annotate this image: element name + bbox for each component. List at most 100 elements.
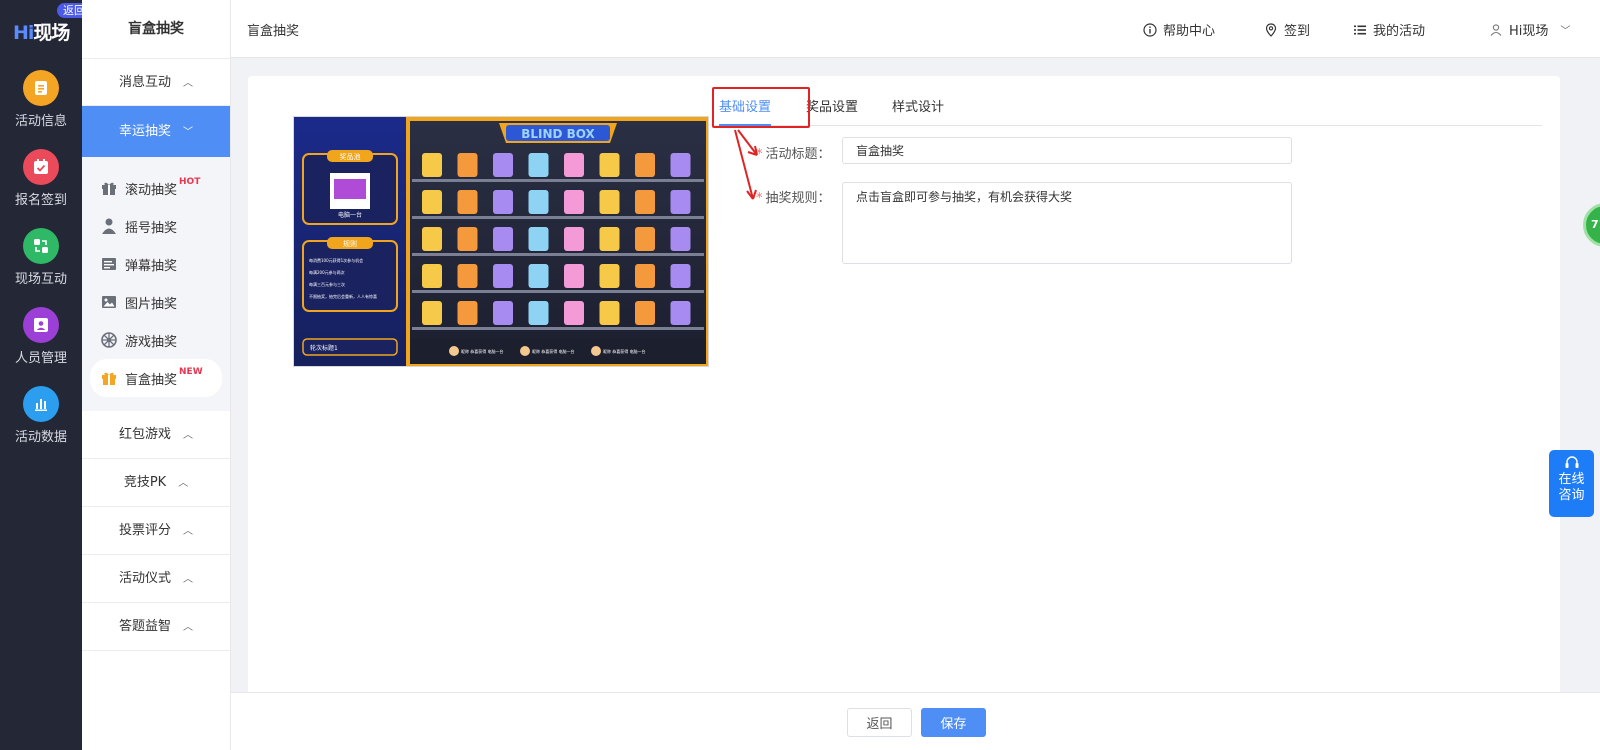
blind-box-item bbox=[599, 190, 620, 214]
blind-box-item bbox=[670, 190, 691, 214]
sub-item-label: 图片抽奖 bbox=[125, 296, 178, 312]
group-message-interaction[interactable]: 消息互动 ︿ bbox=[82, 58, 230, 106]
chevron-down-icon: ﹀ bbox=[1560, 26, 1571, 37]
rail-label: 活动数据 bbox=[14, 430, 67, 445]
checkin-link[interactable]: 签到 bbox=[1264, 20, 1310, 39]
user-name: Hi现场 bbox=[1509, 24, 1549, 39]
blind-box-item bbox=[635, 264, 655, 288]
rail-item-activity-info[interactable]: 活动信息 bbox=[0, 70, 82, 129]
chevron-up-icon: ︿ bbox=[183, 526, 193, 537]
lucky-draw-list: 滚动抽奖 HOT 摇号抽奖 弹幕抽奖 图片抽奖 游戏抽奖 盲盒抽奖 NEW bbox=[82, 157, 230, 411]
blind-box-item bbox=[422, 264, 442, 288]
group-label: 红包游戏 bbox=[118, 427, 171, 442]
blind-box-item bbox=[670, 153, 691, 177]
sub-item-scroll-draw[interactable]: 滚动抽奖 HOT bbox=[90, 169, 222, 207]
rail-item-people[interactable]: 人员管理 bbox=[0, 307, 82, 366]
rules-textarea[interactable]: 点击盲盒即可参与抽奖，有机会获得大奖 bbox=[842, 182, 1292, 264]
user-menu[interactable]: Hi现场 ﹀ bbox=[1489, 20, 1570, 39]
blind-box-item bbox=[457, 227, 478, 251]
preview-banner: BLIND BOX bbox=[521, 127, 595, 141]
sub-item-danmaku-draw[interactable]: 弹幕抽奖 bbox=[90, 245, 222, 283]
blind-box-item bbox=[493, 301, 513, 325]
page-scrollbar[interactable] bbox=[1580, 58, 1600, 692]
blind-box-item bbox=[422, 301, 442, 325]
main-card: 奖品池 电脑一台 规则 每消费100元获得1次参与机会 每满200元参与两次 每… bbox=[248, 76, 1560, 694]
blind-box-item bbox=[457, 153, 478, 177]
sub-item-label: 摇号抽奖 bbox=[125, 220, 178, 236]
blind-box-item bbox=[528, 264, 549, 288]
subnav-title: 盲盒抽奖 bbox=[128, 21, 184, 37]
rule-line: 每消费100元获得1次参与机会 bbox=[309, 257, 363, 263]
consult-line1: 在线 bbox=[1558, 472, 1585, 487]
group-lucky-draw[interactable]: 幸运抽奖 ﹀ bbox=[82, 106, 230, 157]
my-activities-label: 我的活动 bbox=[1373, 24, 1426, 39]
save-button[interactable]: 保存 bbox=[921, 708, 986, 737]
blind-box-item bbox=[422, 190, 442, 214]
sub-item-lottery-number[interactable]: 摇号抽奖 bbox=[90, 207, 222, 245]
chevron-up-icon: ︿ bbox=[178, 478, 189, 489]
new-badge: NEW bbox=[179, 367, 203, 377]
blind-box-preview-image: 奖品池 电脑一台 规则 每消费100元获得1次参与机会 每满200元参与两次 每… bbox=[294, 117, 708, 366]
group-label: 答题益智 bbox=[118, 619, 171, 634]
group-red-packet[interactable]: 红包游戏 ︿ bbox=[82, 411, 230, 459]
image-icon bbox=[102, 296, 116, 308]
my-activities-link[interactable]: 我的活动 bbox=[1353, 20, 1425, 39]
location-pin-icon bbox=[1265, 22, 1277, 37]
tab-style-design[interactable]: 样式设计 bbox=[892, 93, 944, 126]
winner-item: 昵称 恭喜获得 电脑一台 bbox=[532, 348, 575, 354]
list-icon bbox=[102, 258, 116, 270]
blind-box-item bbox=[564, 153, 584, 177]
sub-item-game-draw[interactable]: 游戏抽奖 bbox=[90, 321, 222, 359]
blind-box-preview: 奖品池 电脑一台 规则 每消费100元获得1次参与机会 每满200元参与两次 每… bbox=[293, 116, 709, 367]
refresh-icon bbox=[23, 228, 59, 264]
title-input[interactable] bbox=[842, 137, 1292, 164]
hot-badge: HOT bbox=[179, 177, 201, 187]
top-header: 盲盒抽奖 帮助中心 签到 我的活动 Hi现场 ﹀ bbox=[231, 0, 1600, 58]
user-icon bbox=[1490, 23, 1502, 36]
back-button[interactable]: 返回 bbox=[847, 708, 912, 737]
blind-box-item bbox=[635, 301, 655, 325]
sub-item-label: 弹幕抽奖 bbox=[125, 258, 178, 274]
blind-box-item bbox=[457, 264, 478, 288]
rail-item-data[interactable]: 活动数据 bbox=[0, 386, 82, 445]
shelf-line bbox=[412, 179, 704, 182]
logo-text: 现场 bbox=[33, 22, 70, 44]
group-label: 竞技PK bbox=[123, 475, 167, 490]
blind-box-item bbox=[635, 153, 655, 177]
blind-box-item bbox=[635, 227, 655, 251]
shelf-line bbox=[412, 253, 704, 256]
chevron-up-icon: ︿ bbox=[183, 430, 193, 441]
chevron-up-icon: ︿ bbox=[183, 78, 193, 89]
rules-title: 规则 bbox=[343, 239, 357, 248]
logo[interactable]: Hi现场 返回 bbox=[13, 3, 91, 44]
sub-item-blind-box[interactable]: 盲盒抽奖 NEW bbox=[90, 359, 222, 397]
winner-item: 昵称 恭喜获得 电脑一台 bbox=[603, 348, 646, 354]
chevron-up-icon: ︿ bbox=[183, 574, 193, 585]
shelf-line bbox=[412, 290, 704, 293]
winner-item: 昵称 恭喜获得 电脑一台 bbox=[461, 348, 504, 354]
group-label: 活动仪式 bbox=[118, 571, 171, 586]
rule-line: 每满三百元参与三次 bbox=[309, 281, 345, 287]
help-center-link[interactable]: 帮助中心 bbox=[1143, 20, 1215, 39]
tab-prize-settings[interactable]: 奖品设置 bbox=[806, 93, 858, 126]
info-icon bbox=[1143, 22, 1157, 37]
group-ceremony[interactable]: 活动仪式 ︿ bbox=[82, 555, 230, 603]
rule-line: 不限抽奖，抽完后会重新，人人有惊喜 bbox=[309, 293, 377, 299]
rail-item-registration[interactable]: 报名签到 bbox=[0, 149, 82, 208]
rail-label: 人员管理 bbox=[14, 351, 67, 366]
group-quiz[interactable]: 答题益智 ︿ bbox=[82, 603, 230, 651]
sub-item-image-draw[interactable]: 图片抽奖 bbox=[90, 283, 222, 321]
online-consult-button[interactable]: 在线 咨询 bbox=[1549, 450, 1594, 517]
blind-box-item bbox=[564, 190, 584, 214]
blind-box-item bbox=[493, 264, 513, 288]
sub-sidebar: 盲盒抽奖 消息互动 ︿ 幸运抽奖 ﹀ 滚动抽奖 HOT 摇号抽奖 弹幕抽奖 图片抽奖 … bbox=[82, 0, 231, 750]
group-voting[interactable]: 投票评分 ︿ bbox=[82, 507, 230, 555]
group-label: 消息互动 bbox=[118, 75, 171, 90]
blind-box-item bbox=[564, 227, 584, 251]
blind-box-item bbox=[599, 153, 620, 177]
blind-box-item bbox=[528, 301, 549, 325]
rail-label: 现场互动 bbox=[14, 272, 67, 287]
group-pk[interactable]: 竞技PK ︿ bbox=[82, 459, 230, 507]
blind-box-item bbox=[670, 227, 691, 251]
rail-item-live-interaction[interactable]: 现场互动 bbox=[0, 228, 82, 287]
